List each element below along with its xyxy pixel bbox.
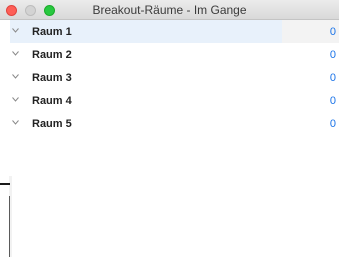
room-label: Raum 5 [32, 118, 72, 130]
room-participant-count: 0 [329, 118, 336, 130]
room-row-4[interactable]: 0 Raum 4 [0, 89, 339, 112]
room-count-cell: 0 [282, 89, 339, 112]
room-row-2[interactable]: 0 Raum 2 [0, 43, 339, 66]
breakout-rooms-window: Breakout-Räume - Im Gange 0 Raum 1 0 Rau… [0, 0, 339, 257]
room-label: Raum 2 [32, 49, 72, 61]
room-participant-count: 0 [329, 26, 336, 38]
chevron-down-icon[interactable] [12, 28, 19, 34]
chevron-down-icon[interactable] [12, 97, 19, 103]
background-divider-line [9, 196, 10, 257]
window-title: Breakout-Räume - Im Gange [92, 3, 247, 17]
room-label: Raum 1 [32, 26, 72, 38]
chevron-down-icon[interactable] [12, 51, 19, 57]
room-count-cell: 0 [282, 43, 339, 66]
room-row-3[interactable]: 0 Raum 3 [0, 66, 339, 89]
background-divider [0, 183, 10, 185]
chevron-down-icon[interactable] [12, 120, 19, 126]
room-label: Raum 4 [32, 95, 72, 107]
room-label: Raum 3 [32, 72, 72, 84]
room-list: 0 Raum 1 0 Raum 2 0 Raum 3 0 Raum 4 0 Ra… [0, 20, 339, 135]
room-count-cell: 0 [282, 112, 339, 135]
room-row-1[interactable]: 0 Raum 1 [0, 20, 339, 43]
room-participant-count: 0 [329, 49, 336, 61]
room-count-cell: 0 [282, 20, 339, 43]
chevron-down-icon[interactable] [12, 74, 19, 80]
room-count-cell: 0 [282, 66, 339, 89]
room-participant-count: 0 [329, 95, 336, 107]
title-bar: Breakout-Räume - Im Gange [0, 0, 339, 20]
room-row-5[interactable]: 0 Raum 5 [0, 112, 339, 135]
room-participant-count: 0 [329, 72, 336, 84]
